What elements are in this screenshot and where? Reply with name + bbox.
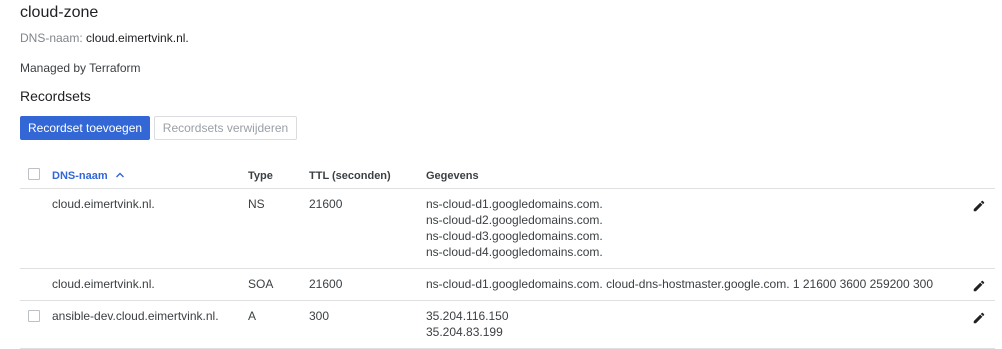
column-header-type[interactable]: Type [248,168,273,184]
arrow-up-icon [115,172,124,178]
column-header-ttl[interactable]: TTL (seconden) [309,168,391,184]
table-row: cloud.eimertvink.nl. NS 21600 ns-cloud-d… [20,189,995,269]
table-row: ansible-dev.cloud.eimertvink.nl. A 300 3… [20,301,995,349]
managed-by-text: Managed by Terraform [20,61,141,75]
record-data-line: ns-cloud-d1.googledomains.com. cloud-dns… [426,277,933,291]
record-ttl: 21600 [309,197,343,211]
record-type: SOA [248,277,274,291]
record-data-line: ns-cloud-d3.googledomains.com. [426,229,603,243]
edit-icon[interactable] [972,199,986,213]
recordsets-section-title: Recordsets [20,88,91,104]
column-header-dns-name[interactable]: DNS-naam [52,168,125,184]
record-ttl: 21600 [309,277,343,291]
record-data: ns-cloud-d1.googledomains.com. ns-cloud-… [426,196,603,260]
table-row: cloud.eimertvink.nl. SOA 21600 ns-cloud-… [20,269,995,301]
edit-icon[interactable] [972,279,986,293]
zone-title: cloud-zone [20,4,99,21]
recordsets-table: DNS-naam Type TTL (seconden) Gegevens cl… [20,160,995,349]
dns-name-label: DNS-naam: [20,31,83,45]
record-data-line: 35.204.83.199 [426,325,503,339]
record-data-line: ns-cloud-d4.googledomains.com. [426,245,603,259]
record-data-line: ns-cloud-d1.googledomains.com. [426,197,603,211]
row-checkbox[interactable] [28,310,40,322]
record-data: ns-cloud-d1.googledomains.com. cloud-dns… [426,276,933,292]
column-header-dns-name-label: DNS-naam [52,170,108,182]
record-ttl: 300 [309,309,330,323]
record-data: 35.204.116.150 35.204.83.199 [426,308,509,340]
edit-icon[interactable] [972,311,986,325]
record-type: A [248,309,257,323]
record-name: cloud.eimertvink.nl. [52,197,155,211]
record-name: cloud.eimertvink.nl. [52,277,155,291]
record-type: NS [248,197,265,211]
dns-name-value: cloud.eimertvink.nl. [86,31,189,45]
add-recordset-button[interactable]: Recordset toevoegen [20,116,150,140]
dns-name-line: DNS-naam: cloud.eimertvink.nl. [20,31,189,45]
delete-recordsets-button: Recordsets verwijderen [154,116,297,140]
column-header-data: Gegevens [426,170,479,182]
table-header: DNS-naam Type TTL (seconden) Gegevens [20,160,995,189]
record-data-line: ns-cloud-d2.googledomains.com. [426,213,603,227]
record-data-line: 35.204.116.150 [426,309,509,323]
select-all-checkbox[interactable] [28,168,40,180]
record-name: ansible-dev.cloud.eimertvink.nl. [52,309,219,323]
